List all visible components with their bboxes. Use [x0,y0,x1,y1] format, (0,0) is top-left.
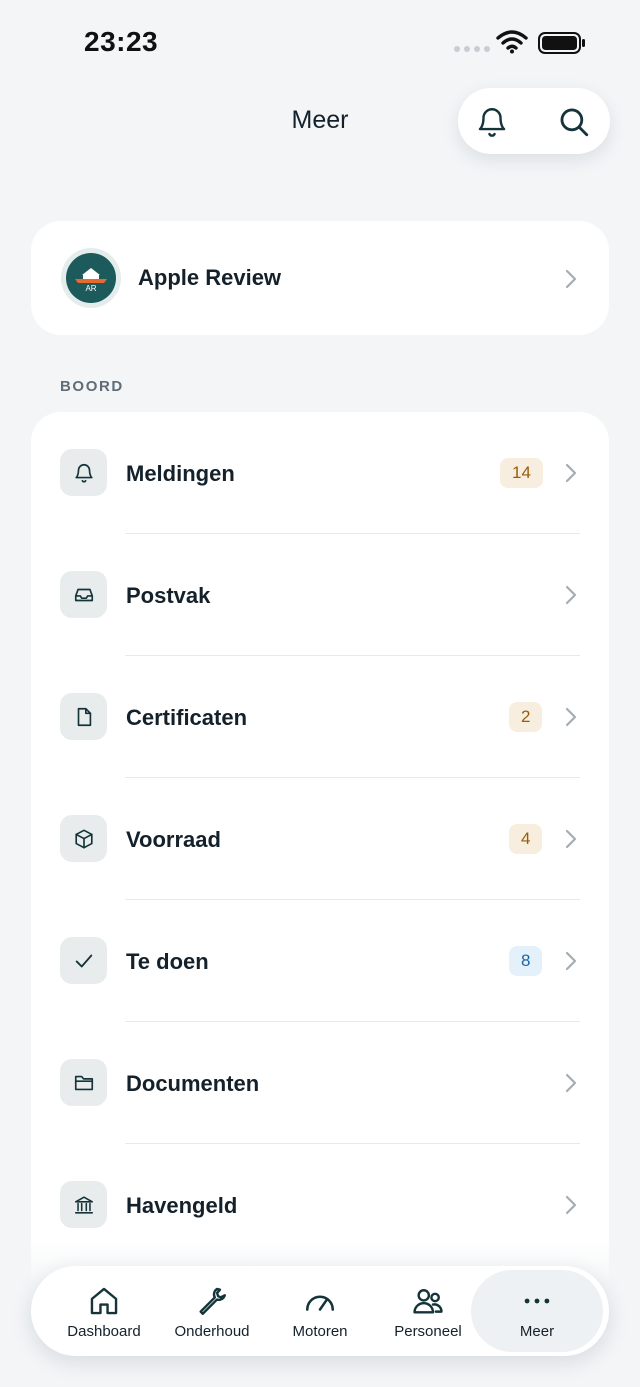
more-icon [524,1298,550,1304]
tab-meer[interactable]: Meer [471,1266,603,1356]
section-label: BOORD [60,378,124,395]
tab-label: Motoren [292,1323,348,1340]
menu-item-label: Te doen [126,949,209,974]
tab-label: Onderhoud [174,1323,250,1340]
menu-item-postvak[interactable]: Postvak [31,534,609,656]
cellular-signal-icon [454,46,490,52]
menu-item-certificaten[interactable]: Certificaten 2 [31,656,609,778]
menu-item-te-doen[interactable]: Te doen 8 [31,900,609,1022]
folder-icon [74,1075,93,1090]
chevron-right-icon [565,1195,577,1215]
wrench-icon [199,1287,226,1315]
chevron-right-icon [565,1073,577,1093]
inbox-icon [74,588,93,601]
check-icon [75,954,92,967]
tab-label: Meer [519,1323,555,1340]
count-badge: 2 [509,702,543,732]
gauge-icon [305,1295,335,1311]
header-actions [458,88,610,154]
count-badge: 8 [509,946,543,976]
tab-dashboard[interactable]: Dashboard [53,1266,155,1356]
document-icon [77,707,91,726]
profile-card[interactable]: AR Apple Review [31,221,609,335]
menu-item-documenten[interactable]: Documenten [31,1022,609,1144]
chevron-right-icon [565,829,577,849]
tab-bar: Dashboard Onderhoud Motoren Personeel Me… [31,1266,609,1356]
chevron-right-icon [565,707,577,727]
status-bar: 23:23 [0,0,640,86]
menu-item-label: Voorraad [126,827,221,852]
profile-name: Apple Review [138,265,282,290]
home-icon [90,1287,118,1315]
menu-item-label: Documenten [126,1071,260,1096]
bank-icon [74,1195,93,1214]
avatar: AR [61,248,121,308]
wifi-icon [496,30,528,54]
chevron-right-icon [565,585,577,605]
count-badge: 4 [509,824,543,854]
tab-personeel[interactable]: Personeel [377,1266,479,1356]
chevron-right-icon [565,269,577,289]
chevron-right-icon [565,463,577,483]
status-time: 23:23 [84,26,159,57]
tab-motoren[interactable]: Motoren [269,1266,371,1356]
package-icon [74,828,93,849]
menu-item-meldingen[interactable]: Meldingen 14 [31,412,609,534]
chevron-right-icon [565,951,577,971]
menu-item-label: Postvak [126,583,211,608]
menu-item-label: Meldingen [126,461,235,486]
boat-logo-icon: AR [66,253,116,303]
bell-icon [74,463,93,483]
menu-item-label: Certificaten [126,705,248,730]
tab-label: Dashboard [67,1323,141,1340]
tab-onderhoud[interactable]: Onderhoud [161,1266,263,1356]
avatar-initials: AR [85,284,97,293]
count-badge: 14 [500,458,543,488]
search-icon[interactable] [557,105,591,139]
battery-icon [538,32,585,54]
tab-label: Personeel [394,1323,462,1340]
users-icon [413,1289,443,1314]
menu-item-label: Havengeld [126,1193,238,1218]
menu-item-voorraad[interactable]: Voorraad 4 [31,778,609,900]
notifications-bell-icon[interactable] [475,105,509,139]
